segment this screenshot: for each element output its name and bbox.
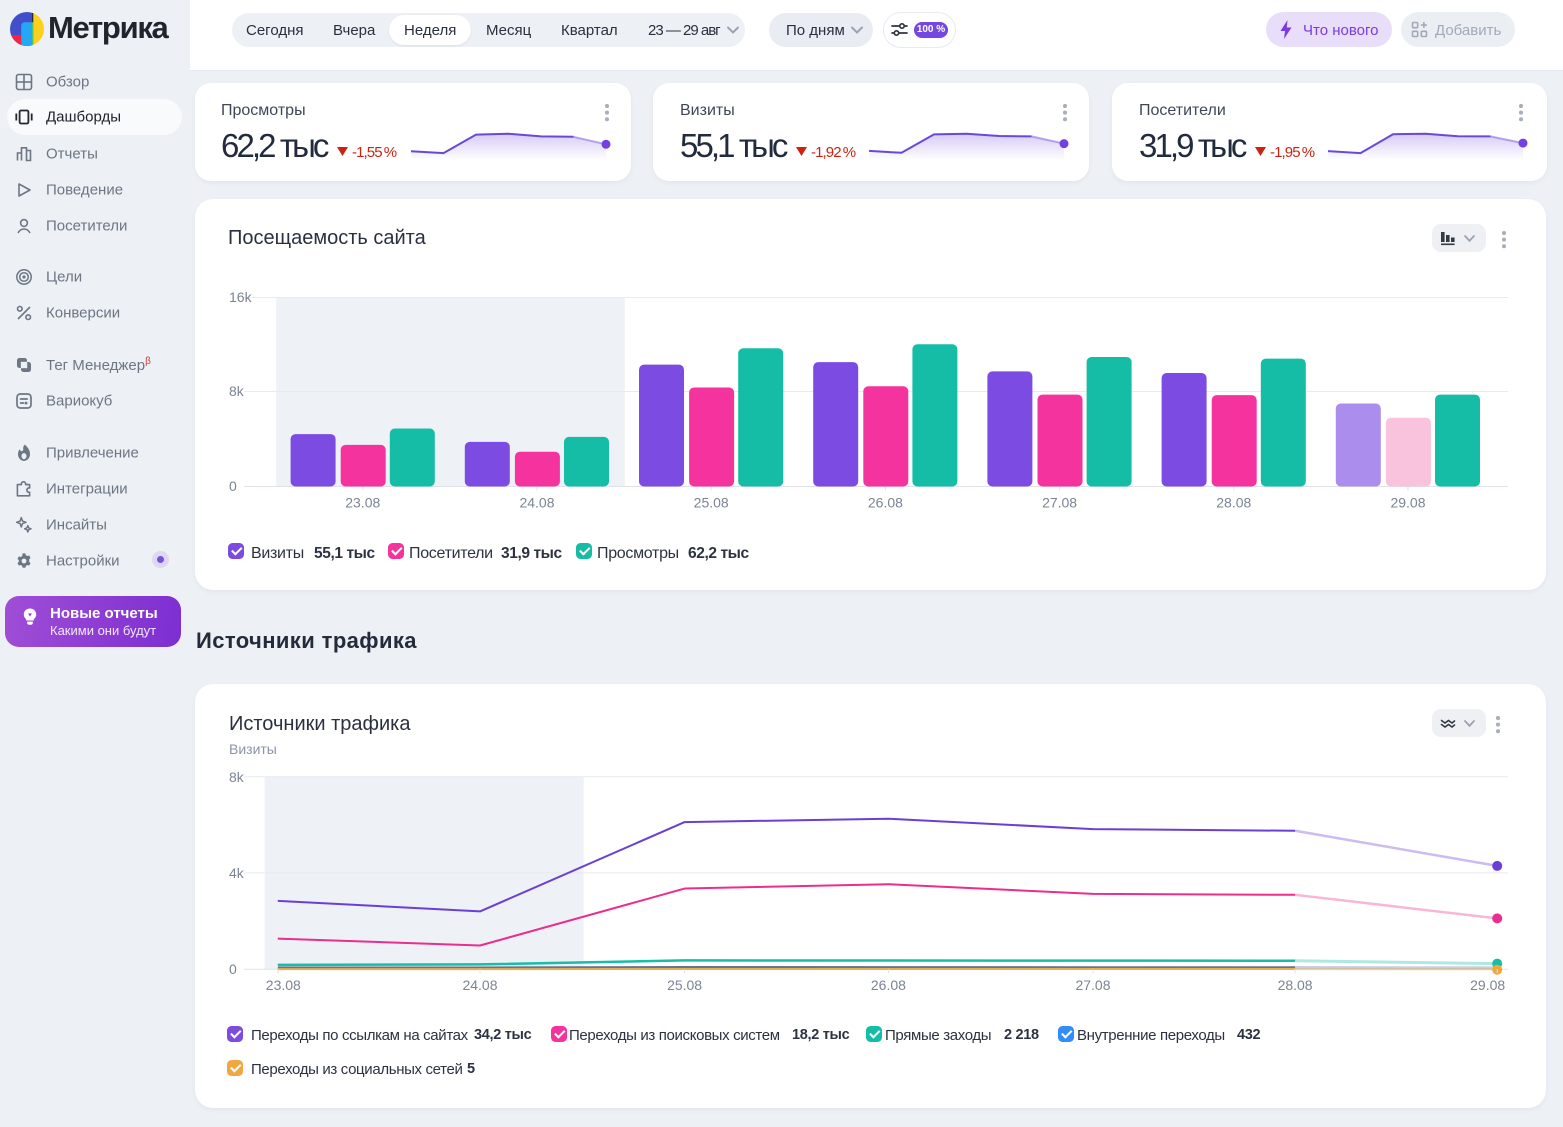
svg-text:23.08: 23.08 bbox=[345, 495, 380, 511]
svg-text:29.08: 29.08 bbox=[1390, 495, 1425, 511]
svg-text:24.08: 24.08 bbox=[462, 977, 497, 993]
svg-text:29.08: 29.08 bbox=[1470, 977, 1505, 993]
svg-text:28.08: 28.08 bbox=[1278, 977, 1313, 993]
svg-text:26.08: 26.08 bbox=[868, 495, 903, 511]
svg-text:28.08: 28.08 bbox=[1216, 495, 1251, 511]
svg-text:24.08: 24.08 bbox=[519, 495, 554, 511]
svg-text:23.08: 23.08 bbox=[266, 977, 301, 993]
svg-text:25.08: 25.08 bbox=[694, 495, 729, 511]
svg-text:27.08: 27.08 bbox=[1042, 495, 1077, 511]
svg-text:25.08: 25.08 bbox=[667, 977, 702, 993]
svg-text:27.08: 27.08 bbox=[1075, 977, 1110, 993]
svg-text:26.08: 26.08 bbox=[871, 977, 906, 993]
